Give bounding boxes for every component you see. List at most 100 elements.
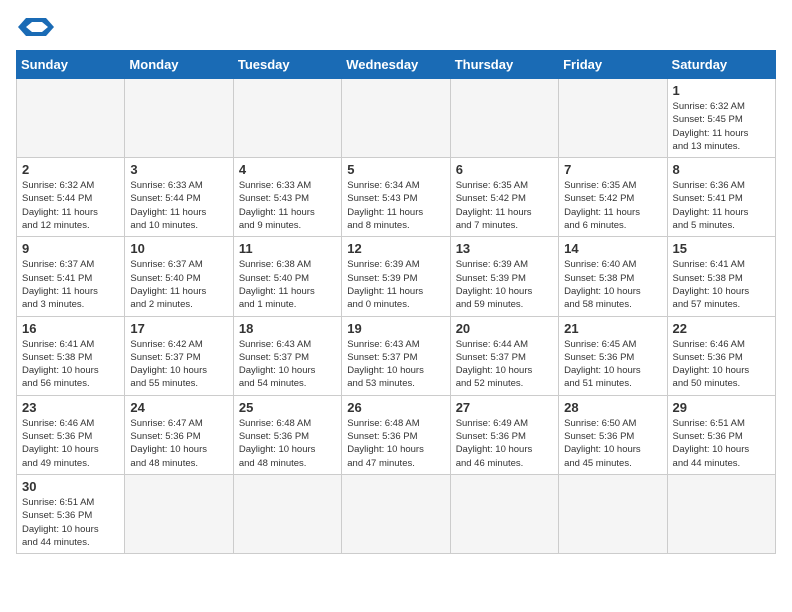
- day-info: Sunrise: 6:51 AM Sunset: 5:36 PM Dayligh…: [673, 417, 770, 470]
- logo: [16, 16, 54, 38]
- calendar: SundayMondayTuesdayWednesdayThursdayFrid…: [16, 50, 776, 554]
- calendar-cell: [450, 474, 558, 553]
- day-number: 7: [564, 162, 661, 177]
- weekday-saturday: Saturday: [667, 51, 775, 79]
- calendar-cell: 16Sunrise: 6:41 AM Sunset: 5:38 PM Dayli…: [17, 316, 125, 395]
- day-info: Sunrise: 6:48 AM Sunset: 5:36 PM Dayligh…: [239, 417, 336, 470]
- calendar-cell: 6 Sunrise: 6:35 AM Sunset: 5:42 PM Daylig…: [450, 158, 558, 237]
- day-number: 29: [673, 400, 770, 415]
- calendar-cell: 10 Sunrise: 6:37 AM Sunset: 5:40 PM Dayli…: [125, 237, 233, 316]
- day-number: 2: [22, 162, 119, 177]
- calendar-cell: 1Sunrise: 6:32 AM Sunset: 5:45 PM Daylig…: [667, 79, 775, 158]
- calendar-cell: 19 Sunrise: 6:43 AM Sunset: 5:37 PM Dayli…: [342, 316, 450, 395]
- calendar-cell: [233, 474, 341, 553]
- day-info: Sunrise: 6:42 AM Sunset: 5:37 PM Dayligh…: [130, 338, 227, 391]
- calendar-cell: 28 Sunrise: 6:50 AM Sunset: 5:36 PM Dayli…: [559, 395, 667, 474]
- day-number: 26: [347, 400, 444, 415]
- calendar-cell: [559, 474, 667, 553]
- day-number: 20: [456, 321, 553, 336]
- calendar-cell: 18 Sunrise: 6:43 AM Sunset: 5:37 PM Dayli…: [233, 316, 341, 395]
- day-number: 18: [239, 321, 336, 336]
- day-info: Sunrise: 6:48 AM Sunset: 5:36 PM Dayligh…: [347, 417, 444, 470]
- day-info: Sunrise: 6:34 AM Sunset: 5:43 PM Dayligh…: [347, 179, 444, 232]
- calendar-cell: 30Sunrise: 6:51 AM Sunset: 5:36 PM Dayli…: [17, 474, 125, 553]
- day-number: 24: [130, 400, 227, 415]
- day-info: Sunrise: 6:39 AM Sunset: 5:39 PM Dayligh…: [347, 258, 444, 311]
- day-info: Sunrise: 6:35 AM Sunset: 5:42 PM Dayligh…: [564, 179, 661, 232]
- day-info: Sunrise: 6:43 AM Sunset: 5:37 PM Dayligh…: [347, 338, 444, 391]
- logo-icon: [18, 16, 54, 38]
- day-info: Sunrise: 6:37 AM Sunset: 5:40 PM Dayligh…: [130, 258, 227, 311]
- day-number: 28: [564, 400, 661, 415]
- calendar-cell: 11 Sunrise: 6:38 AM Sunset: 5:40 PM Dayli…: [233, 237, 341, 316]
- day-number: 8: [673, 162, 770, 177]
- calendar-cell: [342, 79, 450, 158]
- day-info: Sunrise: 6:41 AM Sunset: 5:38 PM Dayligh…: [673, 258, 770, 311]
- weekday-tuesday: Tuesday: [233, 51, 341, 79]
- calendar-cell: 3Sunrise: 6:33 AM Sunset: 5:44 PM Daylig…: [125, 158, 233, 237]
- day-number: 17: [130, 321, 227, 336]
- calendar-cell: 2Sunrise: 6:32 AM Sunset: 5:44 PM Daylig…: [17, 158, 125, 237]
- calendar-cell: [342, 474, 450, 553]
- calendar-cell: 20Sunrise: 6:44 AM Sunset: 5:37 PM Dayli…: [450, 316, 558, 395]
- day-info: Sunrise: 6:51 AM Sunset: 5:36 PM Dayligh…: [22, 496, 119, 549]
- day-info: Sunrise: 6:47 AM Sunset: 5:36 PM Dayligh…: [130, 417, 227, 470]
- day-number: 23: [22, 400, 119, 415]
- day-info: Sunrise: 6:32 AM Sunset: 5:45 PM Dayligh…: [673, 100, 770, 153]
- day-number: 6: [456, 162, 553, 177]
- calendar-cell: 24 Sunrise: 6:47 AM Sunset: 5:36 PM Dayli…: [125, 395, 233, 474]
- calendar-cell: 7 Sunrise: 6:35 AM Sunset: 5:42 PM Daylig…: [559, 158, 667, 237]
- calendar-cell: [559, 79, 667, 158]
- calendar-cell: [233, 79, 341, 158]
- day-info: Sunrise: 6:46 AM Sunset: 5:36 PM Dayligh…: [22, 417, 119, 470]
- day-number: 19: [347, 321, 444, 336]
- calendar-cell: [125, 474, 233, 553]
- calendar-cell: 8 Sunrise: 6:36 AM Sunset: 5:41 PM Daylig…: [667, 158, 775, 237]
- day-info: Sunrise: 6:49 AM Sunset: 5:36 PM Dayligh…: [456, 417, 553, 470]
- day-number: 10: [130, 241, 227, 256]
- calendar-cell: 17 Sunrise: 6:42 AM Sunset: 5:37 PM Dayli…: [125, 316, 233, 395]
- calendar-cell: 22 Sunrise: 6:46 AM Sunset: 5:36 PM Dayli…: [667, 316, 775, 395]
- day-info: Sunrise: 6:50 AM Sunset: 5:36 PM Dayligh…: [564, 417, 661, 470]
- day-info: Sunrise: 6:36 AM Sunset: 5:41 PM Dayligh…: [673, 179, 770, 232]
- weekday-monday: Monday: [125, 51, 233, 79]
- calendar-cell: [667, 474, 775, 553]
- calendar-week-6: 30Sunrise: 6:51 AM Sunset: 5:36 PM Dayli…: [17, 474, 776, 553]
- day-info: Sunrise: 6:45 AM Sunset: 5:36 PM Dayligh…: [564, 338, 661, 391]
- calendar-cell: 14Sunrise: 6:40 AM Sunset: 5:38 PM Dayli…: [559, 237, 667, 316]
- calendar-week-4: 16Sunrise: 6:41 AM Sunset: 5:38 PM Dayli…: [17, 316, 776, 395]
- day-number: 9: [22, 241, 119, 256]
- day-number: 16: [22, 321, 119, 336]
- calendar-cell: [125, 79, 233, 158]
- calendar-header: SundayMondayTuesdayWednesdayThursdayFrid…: [17, 51, 776, 79]
- header: [16, 16, 776, 38]
- day-number: 21: [564, 321, 661, 336]
- day-info: Sunrise: 6:43 AM Sunset: 5:37 PM Dayligh…: [239, 338, 336, 391]
- calendar-cell: 21 Sunrise: 6:45 AM Sunset: 5:36 PM Dayli…: [559, 316, 667, 395]
- day-info: Sunrise: 6:35 AM Sunset: 5:42 PM Dayligh…: [456, 179, 553, 232]
- day-number: 12: [347, 241, 444, 256]
- day-info: Sunrise: 6:33 AM Sunset: 5:43 PM Dayligh…: [239, 179, 336, 232]
- calendar-cell: 5 Sunrise: 6:34 AM Sunset: 5:43 PM Daylig…: [342, 158, 450, 237]
- day-number: 4: [239, 162, 336, 177]
- calendar-cell: 29 Sunrise: 6:51 AM Sunset: 5:36 PM Dayli…: [667, 395, 775, 474]
- calendar-week-2: 2Sunrise: 6:32 AM Sunset: 5:44 PM Daylig…: [17, 158, 776, 237]
- calendar-cell: 25Sunrise: 6:48 AM Sunset: 5:36 PM Dayli…: [233, 395, 341, 474]
- day-info: Sunrise: 6:38 AM Sunset: 5:40 PM Dayligh…: [239, 258, 336, 311]
- day-number: 3: [130, 162, 227, 177]
- calendar-body: 1Sunrise: 6:32 AM Sunset: 5:45 PM Daylig…: [17, 79, 776, 554]
- calendar-cell: 4 Sunrise: 6:33 AM Sunset: 5:43 PM Daylig…: [233, 158, 341, 237]
- calendar-cell: 12 Sunrise: 6:39 AM Sunset: 5:39 PM Dayli…: [342, 237, 450, 316]
- day-number: 5: [347, 162, 444, 177]
- day-number: 13: [456, 241, 553, 256]
- calendar-cell: 9Sunrise: 6:37 AM Sunset: 5:41 PM Daylig…: [17, 237, 125, 316]
- calendar-cell: [17, 79, 125, 158]
- day-number: 11: [239, 241, 336, 256]
- day-info: Sunrise: 6:40 AM Sunset: 5:38 PM Dayligh…: [564, 258, 661, 311]
- day-number: 22: [673, 321, 770, 336]
- weekday-wednesday: Wednesday: [342, 51, 450, 79]
- day-info: Sunrise: 6:46 AM Sunset: 5:36 PM Dayligh…: [673, 338, 770, 391]
- day-number: 27: [456, 400, 553, 415]
- calendar-week-1: 1Sunrise: 6:32 AM Sunset: 5:45 PM Daylig…: [17, 79, 776, 158]
- weekday-sunday: Sunday: [17, 51, 125, 79]
